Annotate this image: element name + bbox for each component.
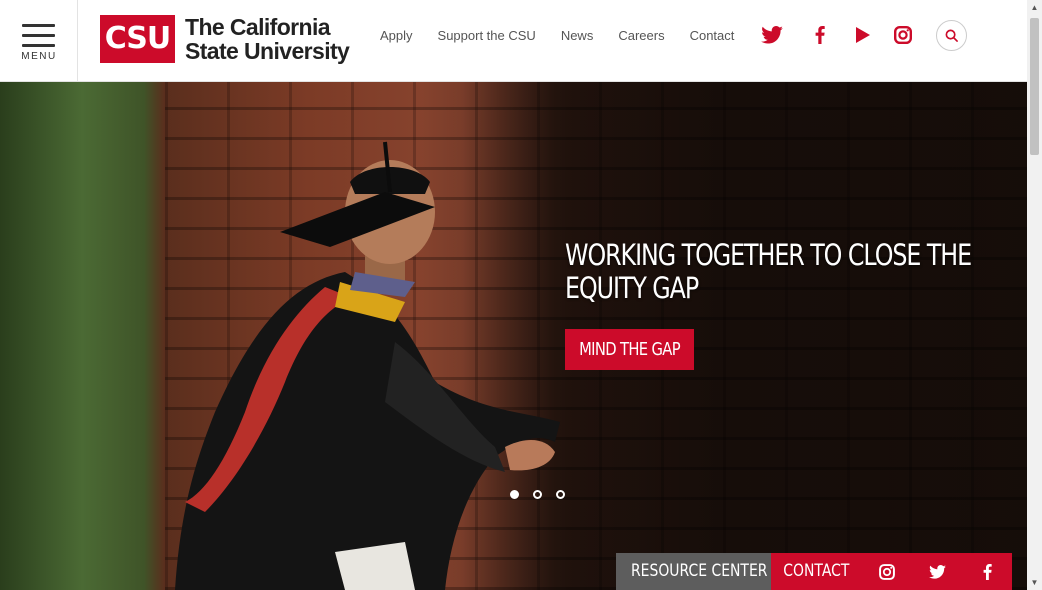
site-header: MENU CSU The California State University… (0, 0, 1027, 82)
search-button[interactable] (936, 20, 967, 51)
page-scrollbar[interactable]: ▲ ▼ (1027, 0, 1042, 590)
scroll-up-arrow-icon[interactable]: ▲ (1027, 0, 1042, 15)
twitter-icon[interactable] (912, 553, 962, 590)
nav-contact[interactable]: Contact (690, 28, 735, 43)
nav-news[interactable]: News (561, 28, 594, 43)
menu-button[interactable]: MENU (0, 0, 78, 81)
youtube-icon[interactable] (848, 20, 878, 50)
top-nav: Apply Support the CSU News Careers Conta… (380, 0, 759, 71)
slide-dot-3[interactable] (556, 490, 565, 499)
menu-label: MENU (21, 51, 57, 62)
logo-wordmark: The California State University (185, 15, 355, 63)
hero-headline: WORKING TOGETHER TO CLOSE THE EQUITY GAP (565, 238, 972, 305)
mind-the-gap-button[interactable]: MIND THE GAP (565, 329, 694, 370)
contact-button[interactable]: CONTACT (771, 553, 862, 590)
facebook-icon[interactable] (962, 553, 1012, 590)
search-icon (945, 29, 958, 42)
nav-support[interactable]: Support the CSU (438, 28, 536, 43)
logo-mark: CSU (100, 15, 175, 63)
nav-apply[interactable]: Apply (380, 28, 413, 43)
scroll-down-arrow-icon[interactable]: ▼ (1027, 575, 1042, 590)
resource-center-button[interactable]: RESOURCE CENTER (616, 553, 771, 590)
scroll-thumb[interactable] (1030, 18, 1039, 155)
hero-slider: WORKING TOGETHER TO CLOSE THE EQUITY GAP … (0, 82, 1027, 590)
instagram-icon[interactable] (862, 553, 912, 590)
logo-line-1: The California (185, 14, 331, 40)
facebook-icon[interactable] (805, 20, 835, 50)
footer-social-icons (862, 553, 1012, 590)
graduate-photo (175, 141, 560, 590)
nav-careers[interactable]: Careers (618, 28, 664, 43)
logo-line-2: State University (185, 38, 350, 64)
resource-center-label: RESOURCE CENTER (630, 561, 768, 581)
hamburger-icon (22, 24, 55, 54)
instagram-icon[interactable] (888, 20, 918, 50)
sticky-footer-bar: RESOURCE CENTER CONTACT (616, 553, 1012, 590)
cta-label: MIND THE GAP (579, 339, 681, 360)
slide-dot-1[interactable] (510, 490, 519, 499)
twitter-icon[interactable] (757, 20, 787, 50)
slider-dots (510, 490, 579, 499)
contact-label: CONTACT (783, 561, 850, 581)
slide-dot-2[interactable] (533, 490, 542, 499)
